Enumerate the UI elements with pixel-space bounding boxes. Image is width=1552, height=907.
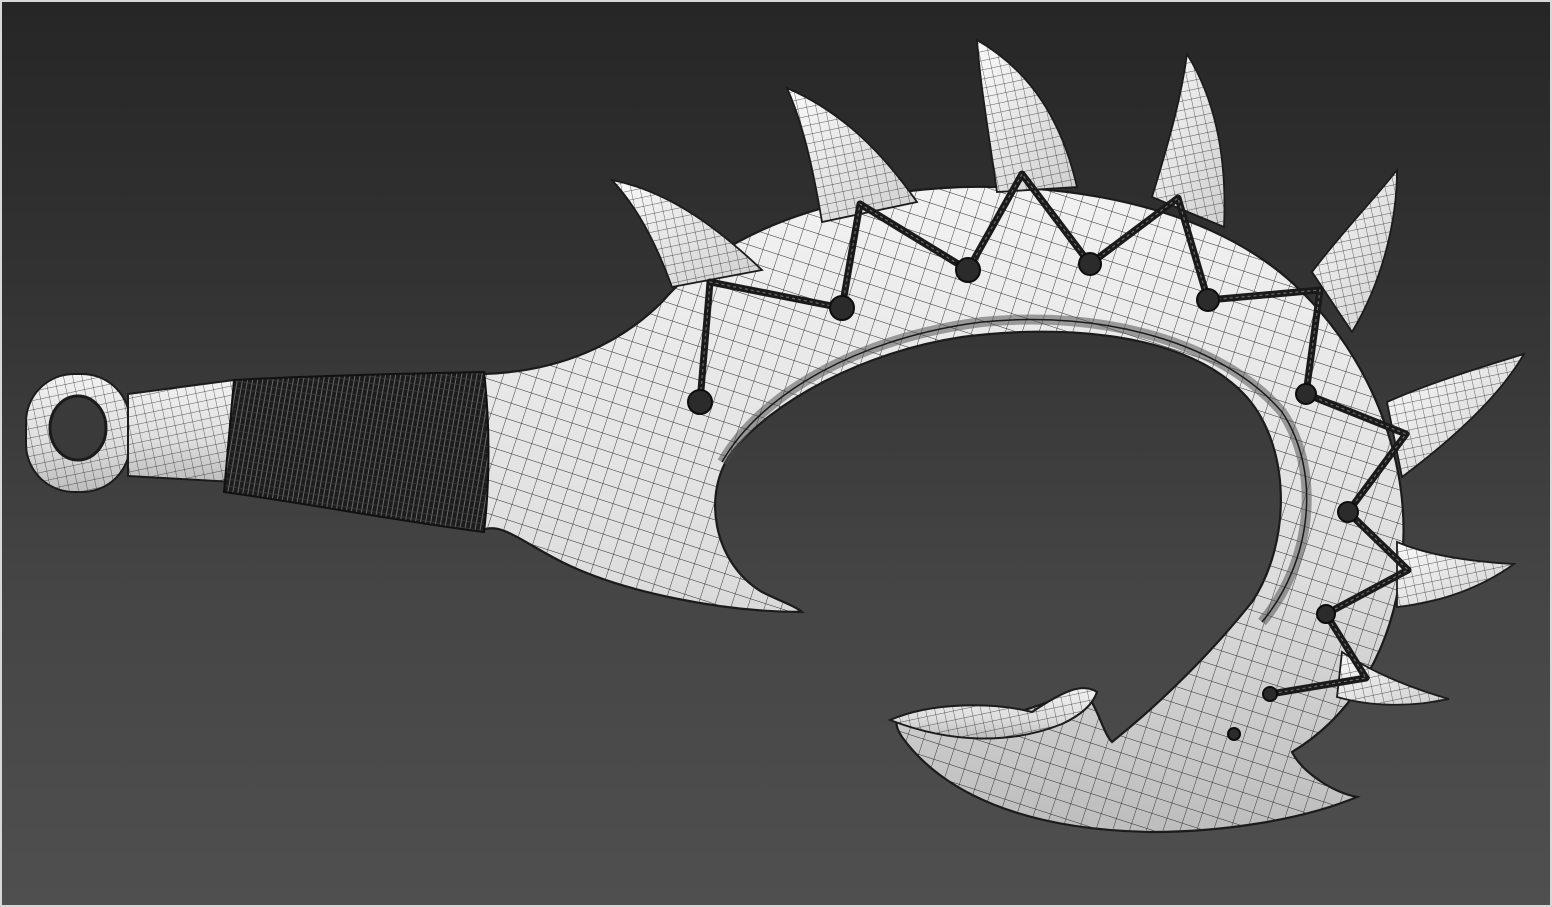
lashing-hole (687, 389, 713, 415)
cord-grip[interactable] (222, 370, 490, 534)
viewport-3d[interactable] (0, 0, 1552, 907)
lashing-hole (829, 295, 855, 321)
lashing-hole (1316, 604, 1336, 624)
lashing-hole (1078, 252, 1102, 276)
lashing-hole (1227, 727, 1241, 741)
ring-pommel[interactable] (25, 373, 131, 493)
lashing-hole (1295, 383, 1317, 405)
lashing-hole (1337, 501, 1359, 523)
handle-collar[interactable] (127, 378, 235, 484)
lashing-hole (1262, 686, 1278, 702)
model-canvas[interactable] (2, 2, 1552, 907)
lashing-hole (955, 257, 981, 283)
lashing-hole (1196, 288, 1220, 312)
